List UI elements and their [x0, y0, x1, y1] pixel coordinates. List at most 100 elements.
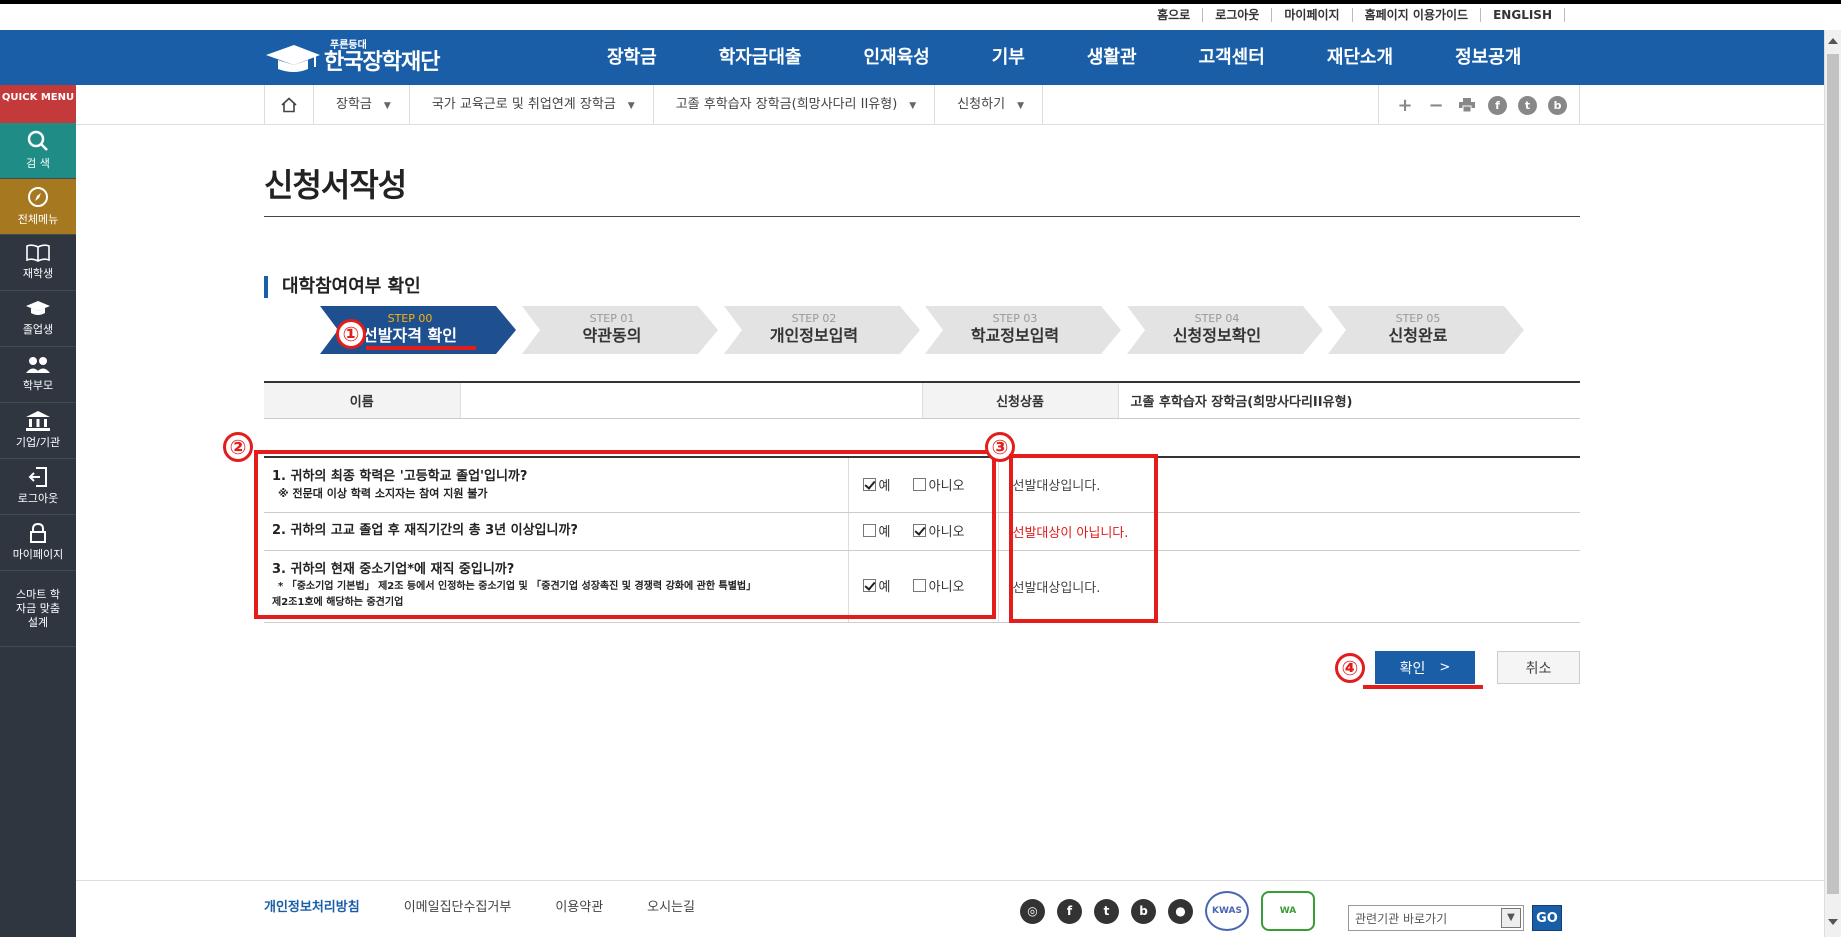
product-label: 신청상품: [922, 382, 1119, 419]
quick-smart-plan[interactable]: 스마트 학자금 맞춤설계: [0, 571, 76, 647]
breadcrumb-item-scholarship[interactable]: 장학금 ▼: [314, 85, 410, 125]
site-logo[interactable]: 푸른등대 한국장학재단: [264, 36, 440, 80]
quick-label: 검 색: [26, 157, 50, 170]
confirm-label: 확인: [1399, 660, 1426, 677]
step-number: STEP 03: [992, 312, 1038, 325]
nav-talent[interactable]: 인재육성: [833, 30, 961, 85]
terms-link[interactable]: 이용약관: [555, 896, 603, 915]
bank-icon: [26, 411, 50, 431]
quick-search[interactable]: 검 색: [0, 123, 76, 179]
twitter-share-button[interactable]: t: [1518, 95, 1537, 115]
browser-viewport: 홈으로 로그아웃 마이페이지 홈페이지 이용가이드 ENGLISH 푸른등대 한…: [0, 0, 1841, 937]
caret-down-icon: ▼: [627, 101, 635, 111]
breadcrumb-home[interactable]: [264, 85, 314, 125]
quick-logout[interactable]: 로그아웃: [0, 459, 76, 515]
cancel-button[interactable]: 취소: [1497, 651, 1580, 684]
facebook-icon[interactable]: f: [1057, 898, 1082, 924]
quick-all-menu[interactable]: 전체메뉴: [0, 179, 76, 235]
zoom-out-button[interactable]: −: [1426, 95, 1446, 116]
logo-text: 한국장학재단: [324, 50, 440, 75]
twitter-icon[interactable]: t: [1094, 898, 1119, 924]
utility-divider: [1564, 8, 1565, 22]
scroll-thumb[interactable]: [1827, 54, 1839, 894]
nav-disclosure[interactable]: 정보공개: [1424, 30, 1552, 85]
directions-link[interactable]: 오시는길: [647, 896, 695, 915]
annotation-marker-2: ②: [223, 432, 253, 462]
printer-icon: [1459, 98, 1475, 112]
scroll-up-arrow-icon[interactable]: [1828, 38, 1838, 44]
nav-donation[interactable]: 기부: [961, 30, 1056, 85]
zoom-in-button[interactable]: +: [1395, 95, 1415, 116]
logout-link[interactable]: 로그아웃: [1202, 8, 1271, 22]
print-button[interactable]: [1457, 95, 1477, 115]
footer: 개인정보처리방침 이메일집단수집거부 이용약관 오시는길 ◎ f t b ● K…: [76, 880, 1824, 937]
guide-link[interactable]: 홈페이지 이용가이드: [1351, 8, 1481, 22]
english-link[interactable]: ENGLISH: [1480, 8, 1564, 22]
mypage-link[interactable]: 마이페이지: [1271, 8, 1351, 22]
kakao-icon[interactable]: ●: [1168, 898, 1193, 924]
quick-company[interactable]: 기업/기관: [0, 403, 76, 459]
breadcrumb-item-program[interactable]: 고졸 후학습자 장학금(희망사다리 II유형) ▼: [654, 85, 936, 125]
logout-icon: [28, 467, 47, 487]
caret-down-icon: ▼: [383, 101, 391, 111]
step-number: STEP 05: [1395, 312, 1441, 325]
certification-seal-icon: KWAS: [1205, 891, 1249, 931]
nav-loan[interactable]: 학자금대출: [688, 30, 833, 85]
scroll-down-arrow-icon[interactable]: [1828, 919, 1838, 925]
quick-label: 학부모: [22, 379, 54, 392]
quick-student[interactable]: 재학생: [0, 235, 76, 291]
quick-label: 전체메뉴: [17, 213, 59, 226]
chevron-right-icon: >: [1439, 660, 1451, 675]
facebook-share-button[interactable]: f: [1488, 95, 1507, 115]
vertical-scrollbar[interactable]: [1824, 30, 1841, 937]
quick-label: 기업/기관: [15, 436, 61, 449]
step-name: 신청완료: [1388, 326, 1448, 345]
quick-label: 졸업생: [22, 323, 54, 336]
caret-down-icon: ▼: [1017, 101, 1024, 111]
related-sites-select[interactable]: 관련기관 바로가기 ▼: [1348, 905, 1524, 931]
instagram-icon[interactable]: ◎: [1020, 898, 1045, 924]
section-title: 대학참여여부 확인: [264, 276, 421, 298]
breadcrumb-label: 국가 교육근로 및 취업연계 장학금: [431, 97, 616, 112]
quick-menu: QUICK MENU 검 색 전체메뉴 재학생 졸업생 학부모 기업/기관 로그…: [0, 85, 76, 937]
annotation-marker-4: ④: [1335, 653, 1365, 683]
confirm-button[interactable]: 확인 >: [1375, 651, 1475, 684]
step-name: 개인정보입력: [769, 326, 859, 345]
blog-icon[interactable]: b: [1131, 898, 1156, 924]
annotation-box-2: [254, 450, 996, 619]
annotation-marker-1: ①: [336, 319, 366, 349]
nav-customer-center[interactable]: 고객센터: [1168, 30, 1296, 85]
email-refusal-link[interactable]: 이메일집단수집거부: [404, 896, 512, 915]
nav-about[interactable]: 재단소개: [1296, 30, 1424, 85]
annotation-underline-1: [366, 346, 476, 350]
lock-icon: [30, 523, 46, 543]
quick-label: 재학생: [22, 267, 54, 280]
applicant-info-table: 이름 신청상품 고졸 후학습자 장학금(희망사다리II유형): [264, 381, 1580, 419]
breadcrumb-item-apply[interactable]: 신청하기 ▼: [935, 85, 1043, 125]
blog-share-button[interactable]: b: [1548, 95, 1567, 115]
page-title: 신청서작성: [264, 166, 407, 204]
web-accessibility-mark-icon: WA: [1261, 891, 1315, 931]
title-divider: [264, 216, 1580, 217]
breadcrumb-item-category[interactable]: 국가 교육근로 및 취업연계 장학금 ▼: [410, 85, 654, 125]
step-name: 신청정보확인: [1172, 326, 1262, 345]
search-icon: [27, 130, 48, 151]
nav-scholarship[interactable]: 장학금: [576, 30, 688, 85]
privacy-policy-link[interactable]: 개인정보처리방침: [264, 896, 360, 915]
step-number: STEP 01: [589, 312, 635, 325]
product-value: 고졸 후학습자 장학금(희망사다리II유형): [1118, 382, 1580, 419]
name-value: [460, 382, 923, 419]
step-number: STEP 04: [1194, 312, 1240, 325]
quick-graduate[interactable]: 졸업생: [0, 291, 76, 347]
compass-icon: [28, 187, 48, 207]
quick-mypage[interactable]: 마이페이지: [0, 515, 76, 571]
home-link[interactable]: 홈으로: [1157, 8, 1202, 22]
quick-parent[interactable]: 학부모: [0, 347, 76, 403]
book-icon: [26, 244, 50, 262]
breadcrumb-label: 신청하기: [957, 97, 1006, 112]
step-number: STEP 02: [791, 312, 837, 325]
graduation-cap-icon: [266, 45, 320, 72]
go-button[interactable]: GO: [1532, 905, 1562, 931]
quick-label: 스마트 학자금 맞춤설계: [16, 587, 60, 629]
nav-dormitory[interactable]: 생활관: [1056, 30, 1168, 85]
